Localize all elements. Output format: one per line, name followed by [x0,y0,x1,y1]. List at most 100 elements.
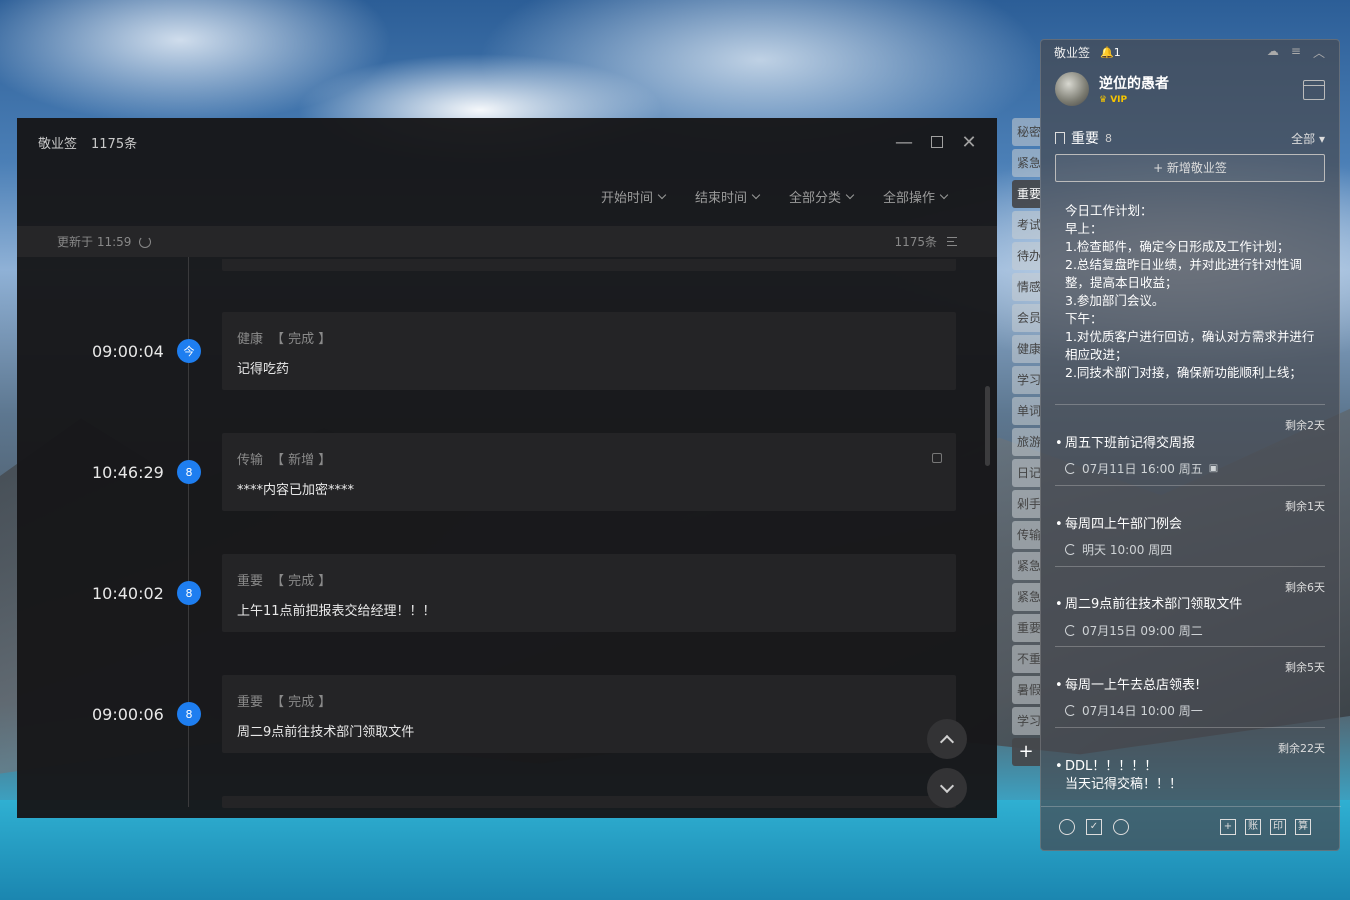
tab-category[interactable]: 紧急 [1012,552,1040,580]
entry-status: 【 新增 】 [271,453,332,468]
note-item[interactable]: 剩余5天 每周一上午去总店领表! 07月14日 10:00 周一 [1055,646,1325,727]
entry-badge: 8 [177,460,201,484]
tab-category[interactable]: 学习 [1012,366,1040,394]
note-title: DDL！！！！！ 当天记得交稿！！！ [1055,758,1182,794]
search-icon[interactable] [1113,819,1129,835]
remaining-days: 剩余5天 [1285,661,1325,674]
panel-footer: ✓ + 账 印 算 [1041,806,1341,850]
tab-category[interactable]: 待办 [1012,242,1040,270]
calculator-button[interactable]: 算 [1295,819,1311,835]
note-item[interactable]: 剩余1天 每周四上午部门例会 明天 10:00 周四 [1055,485,1325,566]
tab-category[interactable]: 健康 [1012,335,1040,363]
chevron-down-icon [751,190,761,199]
repeat-icon [1065,544,1076,555]
entry-badge: 今 [177,339,201,363]
tab-category[interactable]: 学习 [1012,707,1040,735]
tab-category[interactable]: 重要 [1012,614,1040,642]
entry-header: 重要【 完成 】 [237,691,331,710]
entry-card[interactable]: 重要【 完成 】 上午11点前把报表交给经理！！！ [222,554,956,632]
note-meta: 明天 10:00 周四 [1065,541,1172,558]
tab-category[interactable]: 紧急 [1012,149,1040,177]
note-meta: 07月11日 16:00 周五 ▣ [1065,460,1218,477]
note-title: 每周一上午去总店领表! [1055,677,1200,695]
user-info: 逆位的愚者 ♛ VIP [1055,72,1169,106]
entry-card[interactable]: 重要【 完成 】 周二9点前往技术部门领取文件 [222,675,956,753]
plan-line: 2.同技术部门对接，确保新功能顺利上线； [1065,365,1302,380]
entry-category: 健康 [237,332,264,347]
plan-line: 1.检查邮件，确定今日形成及工作计划； [1065,239,1290,254]
tab-category-active[interactable]: 重要 [1012,180,1040,208]
filter-operation[interactable]: 全部操作 [882,187,949,206]
entry-badge: 8 [177,702,201,726]
filter-start-time[interactable]: 开始时间 [600,187,667,206]
bell-icon[interactable]: 🔔1 [1100,46,1121,59]
tab-category[interactable]: 剁手 [1012,490,1040,518]
entry-category: 重要 [237,695,264,710]
entry-time: 09:00:06 [92,705,164,724]
tab-category[interactable]: 秘密 [1012,118,1040,146]
panel-app-name: 敬业签 [1054,46,1091,60]
plan-note[interactable]: 今日工作计划： 早上： 1.检查邮件，确定今日形成及工作计划； 2.总结复盘昨日… [1065,202,1315,388]
add-category-button[interactable]: + [1012,738,1040,766]
entry-badge: 8 [177,581,201,605]
add-note-button[interactable]: + [1220,819,1236,835]
account-button[interactable]: 账 [1245,819,1261,835]
updated-info: 更新于 11:59 [57,233,152,250]
tab-category[interactable]: 日记 [1012,459,1040,487]
avatar[interactable] [1055,72,1089,106]
scroll-up-button[interactable] [927,719,967,759]
note-item[interactable]: 剩余2天 周五下班前记得交周报 07月11日 16:00 周五 ▣ [1055,404,1325,485]
user-name: 逆位的愚者 [1099,76,1169,92]
note-date: 明天 10:00 周四 [1082,543,1173,557]
entry-status: 【 完成 】 [271,695,332,710]
note-item[interactable]: 剩余6天 周二9点前往技术部门领取文件 07月15日 09:00 周二 [1055,566,1325,647]
entry-card[interactable]: 健康【 完成 】 记得吃药 [222,312,956,390]
entry-card[interactable]: 传输【 新增 】 ****内容已加密**** [222,433,956,511]
minimize-icon[interactable]: — [892,130,916,154]
note-item[interactable]: 剩余22天 DDL！！！！！ 当天记得交稿！！！ [1055,727,1325,807]
chevron-down-icon [845,190,855,199]
filter-category[interactable]: 全部分类 [788,187,855,206]
count-text: 1175条 [894,235,937,249]
scrollbar[interactable] [985,386,990,466]
sort-icon[interactable] [947,237,957,246]
clock-icon[interactable] [1059,819,1075,835]
scroll-down-button[interactable] [927,768,967,808]
note-meta: 07月15日 09:00 周二 [1065,622,1203,639]
note-meta: 07月14日 10:00 周一 [1065,702,1203,719]
tab-category[interactable]: 旅游 [1012,428,1040,456]
repeat-icon [1065,625,1076,636]
close-icon[interactable]: ✕ [957,130,981,154]
filter-label: 全部操作 [882,191,935,206]
entry-content: 上午11点前把报表交给经理！！！ [237,604,436,619]
tab-category[interactable]: 不重 [1012,645,1040,673]
tab-category[interactable]: 传输 [1012,521,1040,549]
check-icon[interactable]: ✓ [1086,819,1102,835]
entry-status: 【 完成 】 [271,574,332,589]
filter-label: 开始时间 [600,191,653,206]
filter-dropdown[interactable]: 全部 ▾ [1291,130,1325,147]
window-title: 敬业签 1175条 [38,133,137,152]
filter-end-time[interactable]: 结束时间 [695,187,761,206]
menu-icon[interactable]: ≡ [1291,44,1301,61]
print-button[interactable]: 印 [1270,819,1286,835]
tab-category[interactable]: 会员 [1012,304,1040,332]
filter-label: 全部分类 [788,191,841,206]
repeat-icon [1065,705,1076,716]
new-note-button[interactable]: + 新增敬业签 [1055,154,1325,182]
calendar-icon[interactable] [1303,80,1325,100]
tab-category[interactable]: 考试 [1012,211,1040,239]
entry-content: 周二9点前往技术部门领取文件 [237,725,415,740]
collapse-icon[interactable]: ︿ [1313,44,1325,61]
maximize-icon[interactable] [925,130,949,154]
refresh-icon[interactable] [139,235,152,248]
widget-panel: 敬业签 🔔1 ☁ ≡ ︿ 逆位的愚者 ♛ VIP 重要 8 全部 ▾ + 新增敬… [1040,39,1341,851]
tab-category[interactable]: 暑假 [1012,676,1040,704]
tab-category[interactable]: 单词 [1012,397,1040,425]
note-title: 周二9点前往技术部门领取文件 [1055,596,1242,614]
tab-category[interactable]: 情感 [1012,273,1040,301]
note-date: 07月15日 09:00 周二 [1082,624,1203,638]
tab-category[interactable]: 紧急 [1012,583,1040,611]
cloud-icon[interactable]: ☁ [1267,44,1279,61]
chevron-down-icon [939,190,949,199]
